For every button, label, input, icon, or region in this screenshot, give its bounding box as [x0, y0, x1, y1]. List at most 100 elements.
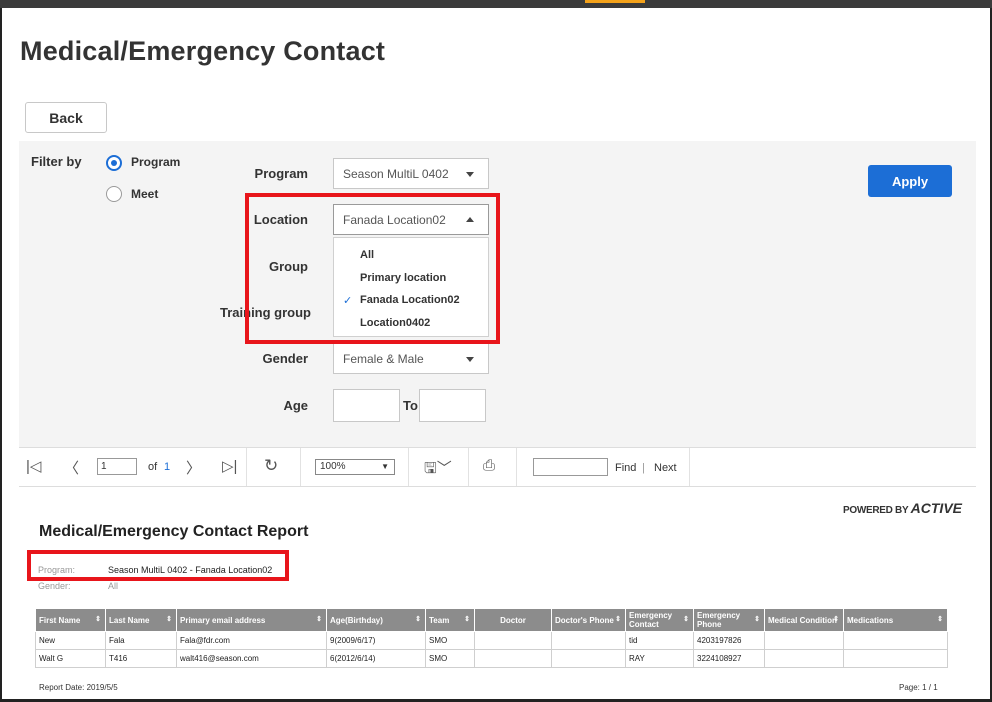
page-total: 1 — [164, 461, 171, 473]
age-label: Age — [283, 398, 308, 413]
last-page-icon[interactable]: ▷| — [222, 457, 237, 475]
gender-label: Gender — [262, 351, 308, 366]
highlight-box-location — [245, 193, 500, 344]
column-header[interactable]: First Name ⇕ — [35, 608, 106, 632]
chevron-down-icon — [466, 357, 474, 362]
zoom-value: 100% — [320, 461, 346, 472]
top-nav-bar — [0, 0, 992, 8]
column-header[interactable]: Team ⇕ — [425, 608, 475, 632]
sort-icon: ⇕ — [937, 616, 943, 623]
table-cell: 9(2009/6/17) — [326, 631, 426, 650]
gender-select[interactable]: Female & Male — [333, 343, 489, 374]
radio-program[interactable] — [106, 155, 122, 171]
age-to-input[interactable] — [419, 389, 486, 422]
table-cell — [474, 649, 552, 668]
table-cell: 3224108927 — [693, 649, 765, 668]
back-button[interactable]: Back — [25, 102, 107, 133]
column-header[interactable]: Doctor — [474, 608, 552, 632]
column-header[interactable]: Primary email address ⇕ — [176, 608, 327, 632]
toolbar-divider — [516, 448, 517, 486]
column-header[interactable]: Medical Condition ⇕ — [764, 608, 844, 632]
program-select[interactable]: Season MultiL 0402 — [333, 158, 489, 189]
zoom-select[interactable]: 100% ▼ — [315, 459, 395, 475]
table-cell — [843, 649, 948, 668]
first-page-icon[interactable]: |◁ — [26, 457, 41, 475]
column-header[interactable]: Medications ⇕ — [843, 608, 948, 632]
table-row: Walt G T416 walt416@season.com 6(2012/6/… — [35, 649, 948, 668]
sort-icon: ⇕ — [415, 616, 421, 623]
program-label: Program — [254, 166, 308, 181]
table-cell: RAY — [625, 649, 694, 668]
toolbar-divider — [408, 448, 409, 486]
report-gender-label: Gender: — [38, 581, 71, 591]
sort-icon: ⇕ — [754, 616, 760, 623]
gender-select-value: Female & Male — [343, 351, 424, 366]
sort-icon: ⇕ — [166, 616, 172, 623]
sort-icon: ⇕ — [833, 616, 839, 623]
column-header[interactable]: Last Name ⇕ — [105, 608, 177, 632]
highlight-box-program — [27, 550, 289, 581]
report-gender-value: All — [108, 581, 119, 591]
report-table: First Name ⇕ Last Name ⇕ Primary email add… — [35, 608, 948, 668]
table-cell — [551, 631, 626, 650]
refresh-icon[interactable]: ↻ — [264, 456, 278, 476]
table-cell: T416 — [105, 649, 177, 668]
powered-by-logo: POWERED BY ACTIVE — [843, 500, 962, 516]
print-icon[interactable]: ⎙ — [483, 457, 495, 474]
table-row: New Fala Fala@fdr.com 9(2009/6/17) SMO t… — [35, 631, 948, 650]
report-toolbar — [19, 447, 976, 487]
sort-icon: ⇕ — [316, 616, 322, 623]
program-select-value: Season MultiL 0402 — [343, 166, 449, 181]
page-of-label: of — [148, 461, 158, 473]
age-to-label: To — [403, 398, 418, 413]
table-cell — [843, 631, 948, 650]
frame-border-left — [0, 8, 2, 702]
table-cell — [474, 631, 552, 650]
save-icon[interactable]: 🖫﹀ — [424, 457, 452, 483]
sort-icon: ⇕ — [683, 616, 689, 623]
table-cell: Fala — [105, 631, 177, 650]
column-header[interactable]: Emergency Phone ⇕ — [693, 608, 765, 632]
find-separator: | — [642, 462, 645, 474]
toolbar-divider — [300, 448, 301, 486]
table-cell: walt416@season.com — [176, 649, 327, 668]
column-header[interactable]: Age(Birthday) ⇕ — [326, 608, 426, 632]
chevron-down-icon — [466, 172, 474, 177]
toolbar-divider — [689, 448, 690, 486]
table-cell — [764, 631, 844, 650]
table-cell: SMO — [425, 631, 475, 650]
age-from-input[interactable] — [333, 389, 400, 422]
find-input[interactable] — [533, 458, 608, 476]
page-title: Medical/Emergency Contact — [20, 36, 386, 66]
table-cell: SMO — [425, 649, 475, 668]
table-cell: tid — [625, 631, 694, 650]
next-page-icon[interactable]: 〉 — [186, 457, 201, 478]
page-number-input[interactable]: 1 — [97, 458, 137, 475]
filter-by-label: Filter by — [31, 154, 82, 169]
next-link[interactable]: Next — [654, 462, 677, 474]
sort-icon: ⇕ — [615, 616, 621, 623]
column-header[interactable]: Doctor's Phone ⇕ — [551, 608, 626, 632]
dropdown-arrow-icon: ▼ — [381, 462, 389, 471]
sort-icon: ⇕ — [464, 616, 470, 623]
column-header[interactable]: Emergency Contact ⇕ — [625, 608, 694, 632]
apply-button[interactable]: Apply — [868, 165, 952, 197]
find-link[interactable]: Find — [615, 462, 636, 474]
toolbar-divider — [468, 448, 469, 486]
brand-logo-text: ACTIVE — [910, 500, 962, 516]
table-header-row: First Name ⇕ Last Name ⇕ Primary email add… — [35, 608, 948, 632]
report-date: Report Date: 2019/5/5 — [39, 683, 118, 692]
toolbar-divider — [246, 448, 247, 486]
radio-meet-label[interactable]: Meet — [131, 187, 158, 201]
table-cell: Walt G — [35, 649, 106, 668]
prev-page-icon[interactable]: 〈 — [64, 457, 79, 478]
table-cell: New — [35, 631, 106, 650]
radio-program-label[interactable]: Program — [131, 155, 180, 169]
radio-meet[interactable] — [106, 186, 122, 202]
table-cell — [551, 649, 626, 668]
powered-by-text: POWERED BY — [843, 505, 909, 516]
sort-icon: ⇕ — [95, 616, 101, 623]
report-page-info: Page: 1 / 1 — [899, 683, 938, 692]
nav-active-indicator — [585, 0, 645, 3]
table-cell: Fala@fdr.com — [176, 631, 327, 650]
